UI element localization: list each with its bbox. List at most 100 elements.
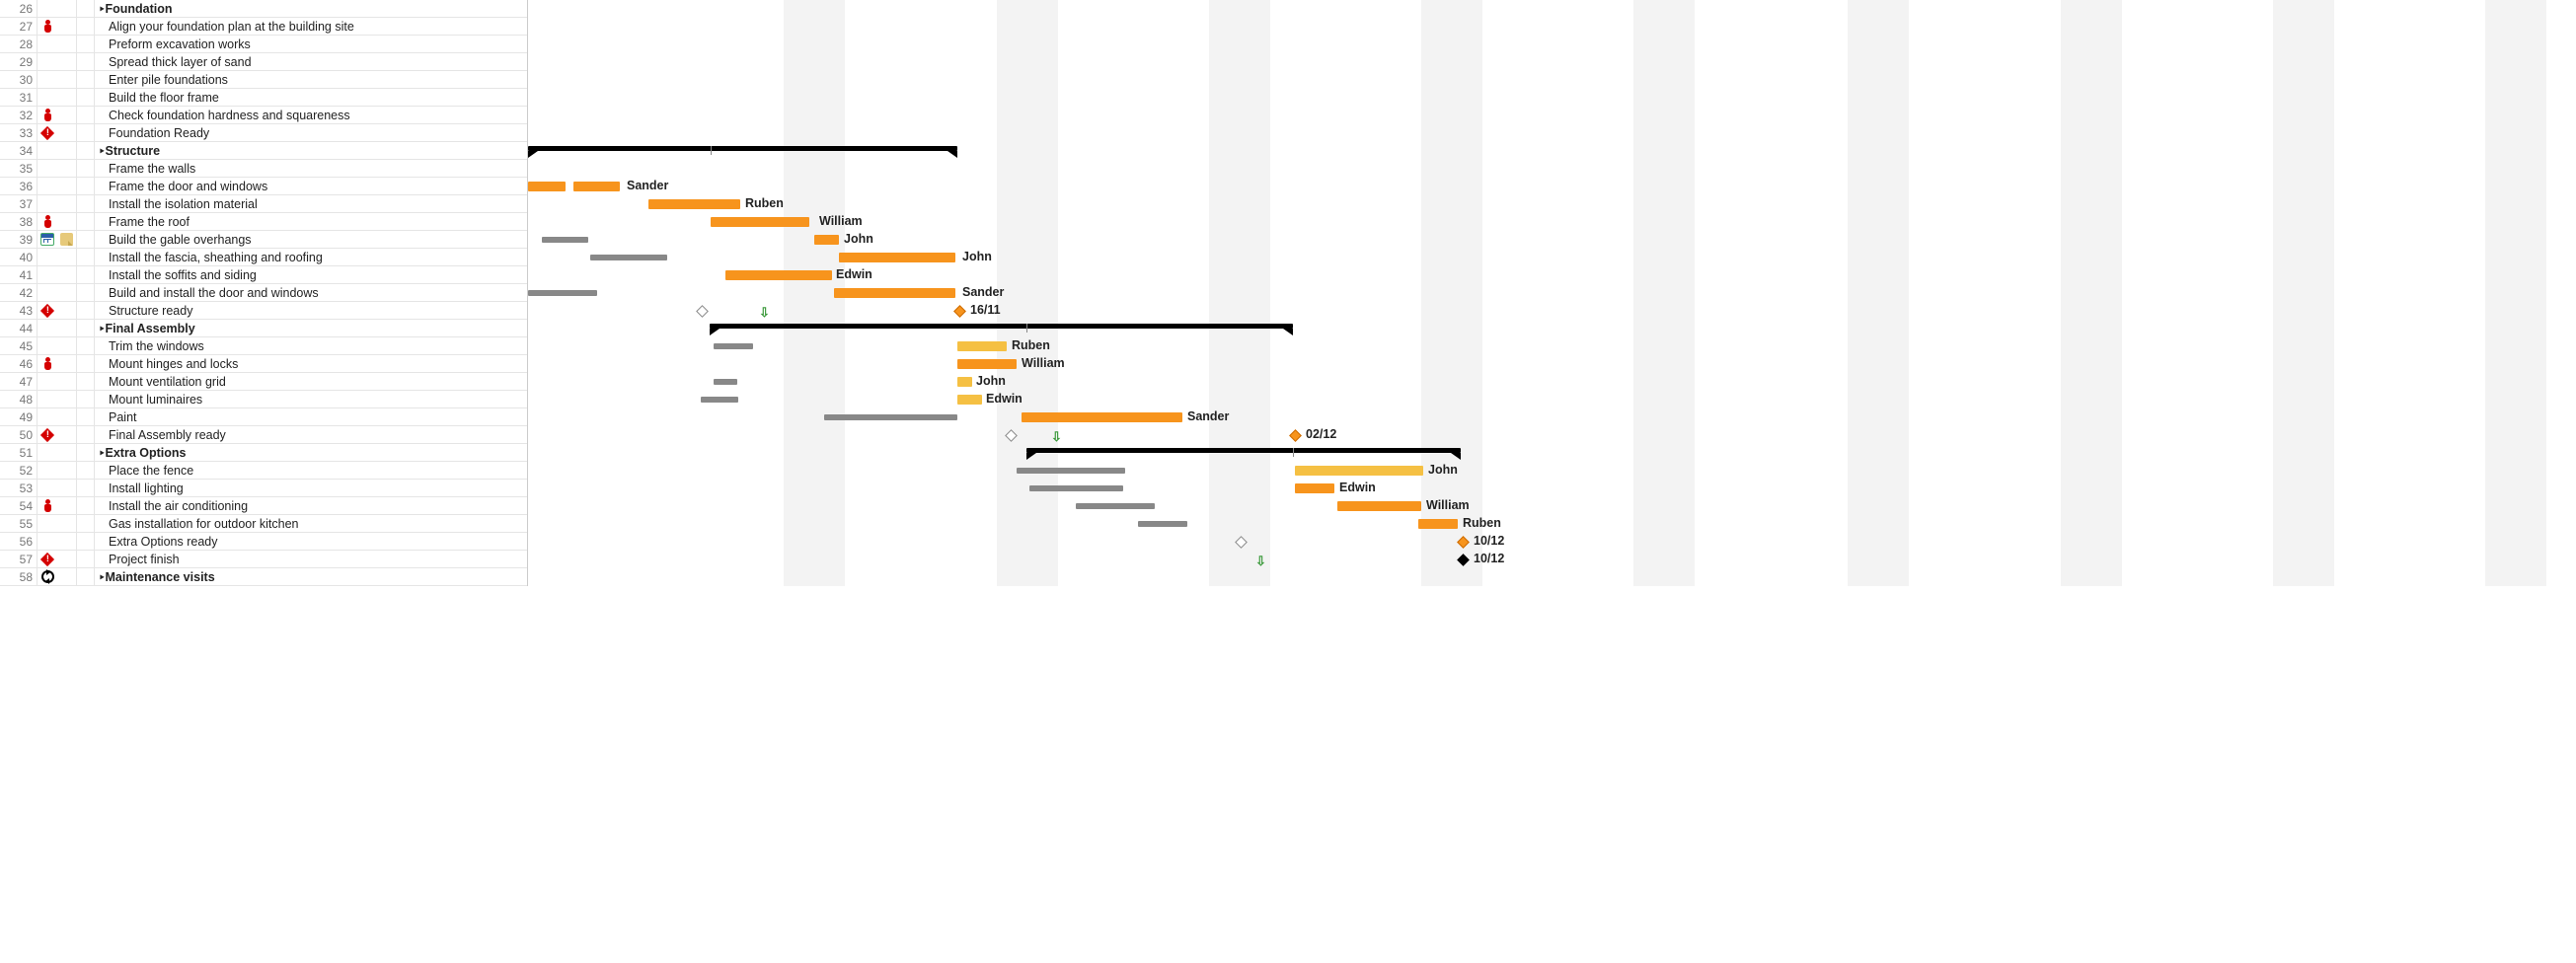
task-name[interactable]: Frame the roof (95, 215, 527, 229)
task-bar[interactable] (1418, 519, 1458, 529)
task-row[interactable]: 50Final Assembly ready (0, 426, 527, 444)
task-bar[interactable] (528, 182, 566, 191)
baseline-milestone-icon (1235, 536, 1248, 549)
task-row[interactable]: 26Foundation (0, 0, 527, 18)
task-row[interactable]: 36Frame the door and windows (0, 178, 527, 195)
task-name[interactable]: Build the floor frame (95, 91, 527, 105)
task-row[interactable]: 32Check foundation hardness and squarene… (0, 107, 527, 124)
task-name[interactable]: Extra Options ready (95, 535, 527, 549)
section-name[interactable]: Extra Options (95, 446, 527, 460)
task-bar[interactable] (839, 253, 955, 262)
task-row[interactable]: 46Mount hinges and locks (0, 355, 527, 373)
gantt-row (528, 320, 2576, 337)
milestone-diamond[interactable] (1289, 429, 1302, 442)
task-name[interactable]: Structure ready (95, 304, 527, 318)
task-row[interactable]: 52Place the fence (0, 462, 527, 480)
task-row[interactable]: 51Extra Options (0, 444, 527, 462)
task-bar[interactable] (1295, 466, 1423, 476)
task-name[interactable]: Install the soffits and siding (95, 268, 527, 282)
task-bar[interactable] (957, 377, 972, 387)
task-row[interactable]: 45Trim the windows (0, 337, 527, 355)
task-row[interactable]: 48Mount luminaires (0, 391, 527, 408)
task-name[interactable]: Align your foundation plan at the buildi… (95, 20, 527, 34)
task-row[interactable]: 58Maintenance visits (0, 568, 527, 586)
section-name[interactable]: Final Assembly (95, 322, 527, 335)
task-row[interactable]: 29Spread thick layer of sand (0, 53, 527, 71)
task-row[interactable]: 40Install the fascia, sheathing and roof… (0, 249, 527, 266)
task-name[interactable]: Install the fascia, sheathing and roofin… (95, 251, 527, 264)
gantt-timeline-panel[interactable]: SanderRubenWilliamJohnJohnEdwinSander16/… (528, 0, 2576, 586)
task-row[interactable]: 30Enter pile foundations (0, 71, 527, 89)
task-row[interactable]: 33Foundation Ready (0, 124, 527, 142)
task-bar[interactable] (957, 341, 1007, 351)
summary-bar[interactable] (528, 146, 957, 151)
empty-icon (57, 497, 77, 514)
task-name[interactable]: Build the gable overhangs (95, 233, 527, 247)
task-name[interactable]: Gas installation for outdoor kitchen (95, 517, 527, 531)
milestone-diamond[interactable] (1457, 554, 1470, 566)
task-bar[interactable] (648, 199, 740, 209)
section-name[interactable]: Maintenance visits (95, 570, 527, 584)
task-name[interactable]: Project finish (95, 553, 527, 566)
task-bar[interactable] (1022, 412, 1182, 422)
task-bar[interactable] (1295, 483, 1334, 493)
task-row[interactable]: 28Preform excavation works (0, 36, 527, 53)
task-bar[interactable] (725, 270, 832, 280)
task-row[interactable]: 47Mount ventilation grid (0, 373, 527, 391)
task-name[interactable]: Frame the door and windows (95, 180, 527, 193)
task-row[interactable]: 43Structure ready (0, 302, 527, 320)
task-name[interactable]: Final Assembly ready (95, 428, 527, 442)
task-name[interactable]: Place the fence (95, 464, 527, 478)
task-row[interactable]: 31Build the floor frame (0, 89, 527, 107)
task-name[interactable]: Install lighting (95, 482, 527, 495)
task-row[interactable]: 37Install the isolation material (0, 195, 527, 213)
outline-marker (77, 231, 95, 248)
task-row[interactable]: 34Structure (0, 142, 527, 160)
task-name[interactable]: Mount ventilation grid (95, 375, 527, 389)
gantt-row: Ruben (528, 195, 2576, 213)
section-name[interactable]: Foundation (95, 2, 527, 16)
task-row[interactable]: 54Install the air conditioning (0, 497, 527, 515)
task-name[interactable]: Spread thick layer of sand (95, 55, 527, 69)
milestone-diamond[interactable] (1457, 536, 1470, 549)
task-row[interactable]: 56Extra Options ready (0, 533, 527, 551)
task-bar[interactable] (711, 217, 809, 227)
task-row[interactable]: 38Frame the roof (0, 213, 527, 231)
task-row[interactable]: 44Final Assembly (0, 320, 527, 337)
summary-bar[interactable] (1026, 448, 1461, 453)
empty-icon (57, 142, 77, 159)
task-row[interactable]: 42Build and install the door and windows (0, 284, 527, 302)
gantt-row: Ruben (528, 337, 2576, 355)
task-row[interactable]: 41Install the soffits and siding (0, 266, 527, 284)
task-bar[interactable] (1337, 501, 1421, 511)
task-row[interactable]: 49Paint (0, 408, 527, 426)
task-name[interactable]: Preform excavation works (95, 37, 527, 51)
task-row[interactable]: 53Install lighting (0, 480, 527, 497)
task-name[interactable]: Build and install the door and windows (95, 286, 527, 300)
section-name[interactable]: Structure (95, 144, 527, 158)
task-bar[interactable] (834, 288, 955, 298)
gantt-row: Edwin (528, 480, 2576, 497)
task-bar[interactable] (957, 395, 982, 405)
task-name[interactable]: Frame the walls (95, 162, 527, 176)
task-name[interactable]: Install the isolation material (95, 197, 527, 211)
task-name[interactable]: Paint (95, 410, 527, 424)
task-row[interactable]: 57Project finish (0, 551, 527, 568)
summary-bar[interactable] (710, 324, 1293, 329)
task-name[interactable]: Foundation Ready (95, 126, 527, 140)
task-row[interactable]: 55Gas installation for outdoor kitchen (0, 515, 527, 533)
task-bar[interactable] (957, 359, 1017, 369)
task-row[interactable]: 35Frame the walls (0, 160, 527, 178)
empty-icon (57, 551, 77, 567)
task-bar[interactable] (573, 182, 620, 191)
task-name[interactable]: Install the air conditioning (95, 499, 527, 513)
milestone-diamond[interactable] (953, 305, 966, 318)
task-row[interactable]: 27Align your foundation plan at the buil… (0, 18, 527, 36)
task-name[interactable]: Check foundation hardness and squareness (95, 109, 527, 122)
task-name[interactable]: Trim the windows (95, 339, 527, 353)
task-bar[interactable] (814, 235, 839, 245)
task-name[interactable]: Mount hinges and locks (95, 357, 527, 371)
task-name[interactable]: Enter pile foundations (95, 73, 527, 87)
task-name[interactable]: Mount luminaires (95, 393, 527, 407)
task-row[interactable]: 39Build the gable overhangs (0, 231, 527, 249)
